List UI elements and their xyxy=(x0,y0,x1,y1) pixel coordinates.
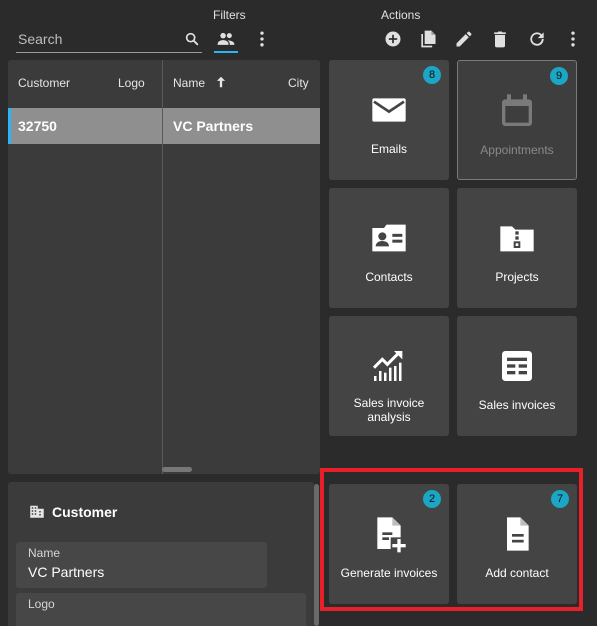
search-icon[interactable] xyxy=(184,31,200,50)
details-title: Customer xyxy=(52,504,118,520)
logo-field[interactable]: Logo xyxy=(16,593,306,626)
horizontal-scrollbar[interactable] xyxy=(162,467,192,472)
edit-icon[interactable] xyxy=(453,28,475,50)
count-badge: 9 xyxy=(550,67,568,85)
table-row[interactable]: 32750 VC Partners xyxy=(8,108,320,144)
tile-appointments[interactable]: Appointments 9 xyxy=(457,60,577,180)
logo-field-label: Logo xyxy=(28,597,55,611)
cell-name: VC Partners xyxy=(173,118,254,134)
copy-icon[interactable] xyxy=(417,28,439,50)
contact-card-icon xyxy=(369,218,409,258)
folder-zip-icon xyxy=(497,218,537,258)
cell-customer: 32750 xyxy=(18,118,57,134)
add-icon[interactable] xyxy=(382,28,404,50)
column-header-name[interactable]: Name xyxy=(173,76,205,90)
calendar-icon xyxy=(497,91,537,131)
tile-label: Projects xyxy=(495,270,539,284)
tile-emails[interactable]: Emails 8 xyxy=(329,60,449,180)
tile-label: Sales invoice analysis xyxy=(353,396,425,424)
highlight-frame xyxy=(320,468,583,611)
trending-chart-icon xyxy=(369,346,409,386)
search-input[interactable] xyxy=(18,28,178,50)
tile-sales-invoices[interactable]: Sales invoices xyxy=(457,316,577,436)
name-field[interactable]: Name VC Partners xyxy=(16,542,267,588)
tile-label: Sales invoices xyxy=(478,398,556,412)
invoice-list-icon xyxy=(497,346,537,386)
refresh-icon[interactable] xyxy=(526,28,548,50)
count-badge: 8 xyxy=(423,66,441,84)
sort-ascending-icon[interactable] xyxy=(214,75,228,92)
column-divider[interactable] xyxy=(162,60,163,474)
tile-sales-invoice-analysis[interactable]: Sales invoice analysis xyxy=(329,316,449,436)
search-box[interactable] xyxy=(16,28,202,53)
customer-grid: Customer Logo Name City 32750 VC Partner… xyxy=(8,60,320,474)
details-scrollbar[interactable] xyxy=(314,484,319,626)
actions-more-icon[interactable] xyxy=(562,28,584,50)
column-header-city[interactable]: City xyxy=(288,76,309,90)
building-icon xyxy=(28,502,46,523)
name-field-value: VC Partners xyxy=(28,564,105,580)
people-filter-icon[interactable] xyxy=(215,28,237,50)
tile-contacts[interactable]: Contacts xyxy=(329,188,449,308)
name-field-label: Name xyxy=(28,546,61,560)
filters-title: Filters xyxy=(213,8,246,22)
tile-label: Contacts xyxy=(365,270,413,284)
filters-more-icon[interactable] xyxy=(251,28,273,50)
column-header-customer[interactable]: Customer xyxy=(18,76,70,90)
column-header-logo[interactable]: Logo xyxy=(118,76,145,90)
tile-projects[interactable]: Projects xyxy=(457,188,577,308)
customer-details-panel: Customer Name VC Partners Logo xyxy=(8,482,314,626)
tile-label: Appointments xyxy=(480,143,554,157)
active-filter-indicator xyxy=(214,51,238,53)
tile-label: Emails xyxy=(370,142,407,156)
selected-row-indicator xyxy=(8,108,11,144)
delete-icon[interactable] xyxy=(489,28,511,50)
envelope-icon xyxy=(369,90,409,130)
actions-title: Actions xyxy=(381,8,421,22)
